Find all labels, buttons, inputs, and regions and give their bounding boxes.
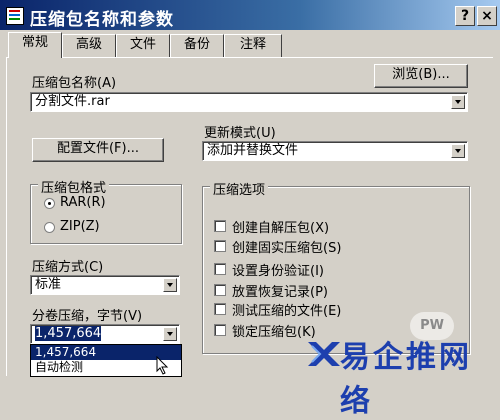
watermark-logo-icon (308, 342, 340, 366)
update-mode-label: 更新模式(U) (204, 126, 276, 141)
authenticity-checkbox[interactable] (214, 263, 226, 275)
chevron-down-icon[interactable] (451, 144, 465, 158)
volume-size-label: 分卷压缩，字节(V) (32, 309, 143, 324)
volume-size-value: 1,457,664 (35, 326, 102, 341)
profiles-button[interactable]: 配置文件(F)... (32, 138, 164, 162)
tab-files[interactable]: 文件 (116, 34, 170, 58)
authenticity-label[interactable]: 设置身份验证(I) (232, 260, 324, 279)
compression-method-value: 标准 (35, 277, 62, 292)
rar-radio[interactable] (44, 198, 55, 209)
browse-button[interactable]: 浏览(B)... (374, 64, 468, 88)
archive-name-field[interactable]: 分割文件.rar (30, 92, 468, 112)
watermark-brand-text: 易企推网络 (340, 340, 472, 419)
lock-archive-label[interactable]: 锁定压缩包(K) (232, 321, 316, 340)
archive-format-title: 压缩包格式 (38, 177, 110, 196)
mouse-cursor-icon (156, 356, 169, 375)
zip-radio[interactable] (44, 222, 55, 233)
archive-name-label: 压缩包名称(A) (32, 76, 117, 91)
title-bar: 压缩包名称和参数 ? × (0, 0, 500, 30)
window-title: 压缩包名称和参数 (30, 10, 174, 30)
sfx-label[interactable]: 创建自解压包(X) (232, 217, 329, 236)
archive-name-value: 分割文件.rar (35, 94, 110, 109)
rar-radio-label[interactable]: RAR(R) (60, 195, 106, 210)
compression-options-title: 压缩选项 (210, 179, 269, 198)
compression-method-label: 压缩方式(C) (32, 260, 104, 275)
solid-archive-checkbox[interactable] (214, 240, 226, 252)
tab-advanced[interactable]: 高级 (62, 34, 116, 58)
compression-method-select[interactable]: 标准 (30, 275, 180, 295)
update-mode-value: 添加并替换文件 (207, 143, 299, 158)
solid-archive-label[interactable]: 创建固实压缩包(S) (232, 237, 341, 256)
sfx-checkbox[interactable] (214, 220, 226, 232)
chevron-down-icon[interactable] (163, 327, 177, 341)
recovery-record-label[interactable]: 放置恢复记录(P) (232, 281, 328, 300)
tab-general[interactable]: 常规 (8, 32, 62, 58)
recovery-record-checkbox[interactable] (214, 284, 226, 296)
test-files-checkbox[interactable] (214, 303, 226, 315)
winrar-app-icon (6, 7, 24, 25)
close-button[interactable]: × (477, 6, 497, 26)
tab-backup[interactable]: 备份 (170, 34, 224, 58)
chevron-down-icon[interactable] (451, 95, 465, 109)
chevron-down-icon[interactable] (163, 278, 177, 292)
tab-comment[interactable]: 注释 (224, 34, 282, 58)
zip-radio-label[interactable]: ZIP(Z) (60, 219, 100, 234)
update-mode-select[interactable]: 添加并替换文件 (202, 141, 468, 161)
help-button[interactable]: ? (455, 6, 475, 26)
test-files-label[interactable]: 测试压缩的文件(E) (232, 300, 341, 319)
volume-size-combo[interactable]: 1,457,664 (30, 324, 180, 344)
lock-archive-checkbox[interactable] (214, 324, 226, 336)
